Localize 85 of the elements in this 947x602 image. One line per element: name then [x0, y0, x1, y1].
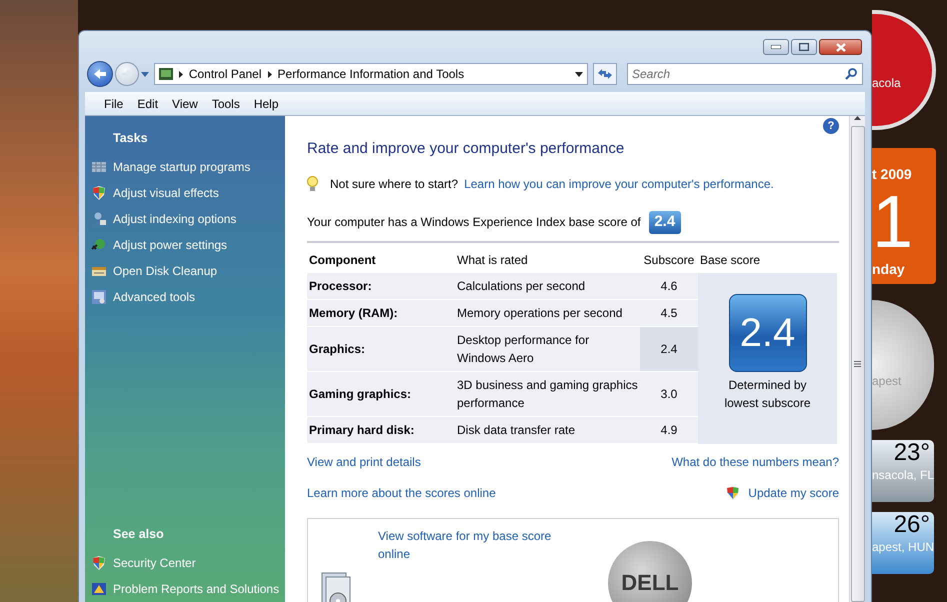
- page-title: Rate and improve your computer's performance: [307, 139, 626, 159]
- minimize-button[interactable]: [763, 39, 789, 55]
- weather-gadget[interactable]: 23° nsacola, FL: [872, 440, 934, 502]
- weather-gadget[interactable]: 26° apest, HUN: [872, 512, 934, 574]
- section-heading: See also: [113, 526, 165, 544]
- score-text: Your computer has a Windows Experience Index base score of: [307, 214, 641, 231]
- clock-city: acola: [872, 75, 901, 92]
- control-panel-icon: [158, 68, 173, 80]
- temperature: 23°: [894, 440, 930, 466]
- sidebar-link[interactable]: Adjust visual effects: [91, 180, 285, 206]
- column-header: Base score: [699, 252, 762, 268]
- menu-item[interactable]: Help: [246, 94, 286, 112]
- calendar-day: 1: [872, 185, 936, 259]
- breadcrumb-link[interactable]: Performance Information and Tools: [278, 65, 464, 83]
- grip-icon: [854, 361, 861, 367]
- search-icon: [845, 68, 857, 80]
- shield-icon: [91, 184, 107, 201]
- help-button[interactable]: ?: [823, 118, 839, 134]
- temperature: 26°: [894, 512, 930, 538]
- base-score-caption: Determined by lowest subscore: [723, 377, 812, 412]
- section-heading: Tasks: [113, 130, 149, 147]
- clock-city: apest: [872, 373, 902, 390]
- table-cell: 3.0: [640, 372, 698, 416]
- chevron-icon: [178, 70, 183, 78]
- tip-text: Not sure where to start?: [330, 176, 458, 192]
- left-arrow-icon: [92, 68, 107, 80]
- base-score-badge: 2.4: [728, 294, 806, 372]
- table-cell: 2.4: [640, 326, 698, 372]
- shield-icon: [91, 555, 107, 571]
- table-cell: 4.6: [640, 272, 698, 300]
- software-link[interactable]: View software for my base score online: [378, 526, 558, 562]
- search-field[interactable]: Search: [627, 63, 863, 85]
- scores-online-link[interactable]: Learn more about the scores online: [307, 484, 496, 502]
- table-cell: Graphics:: [307, 326, 455, 372]
- close-icon: [836, 42, 846, 52]
- dropdown-caret-icon[interactable]: [575, 72, 584, 76]
- details-link[interactable]: View and print details: [307, 452, 421, 470]
- table-cell: 3D business and gaming graphics performance: [455, 372, 640, 416]
- table-cell: Gaming graphics:: [307, 372, 455, 416]
- warning-window-icon: [91, 581, 107, 597]
- table-cell: Calculations per second: [455, 272, 640, 300]
- table-cell: Primary hard disk:: [307, 416, 455, 444]
- shield-icon: [725, 484, 742, 500]
- score-badge: 2.4: [648, 210, 681, 234]
- lightbulb-icon: [307, 176, 318, 192]
- menu-item[interactable]: View: [165, 94, 205, 112]
- weather-city: apest, HUN: [872, 539, 934, 556]
- table-cell: Processor:: [307, 272, 455, 300]
- refresh-arrows-icon: [597, 68, 614, 80]
- weather-city: nsacola, FL: [872, 467, 934, 484]
- table-cell: Desktop performance for Windows Aero: [455, 326, 640, 372]
- column-header: What is rated: [456, 252, 529, 268]
- address-bar[interactable]: Control Panel Performance Information and Tools: [154, 63, 588, 85]
- table-cell: Disk data transfer rate: [455, 416, 640, 444]
- sidebar-link[interactable]: Manage startup programs: [91, 154, 285, 180]
- clock-gadget[interactable]: acola: [872, 10, 936, 130]
- refresh-button[interactable]: [593, 63, 617, 85]
- back-button[interactable]: [87, 61, 113, 87]
- breadcrumb-link[interactable]: Control Panel: [188, 65, 262, 83]
- sidebar-link[interactable]: Advanced tools: [91, 284, 285, 310]
- menu-item[interactable]: Edit: [130, 94, 166, 112]
- minimize-icon: [771, 45, 781, 49]
- calendar-gadget[interactable]: t 2009 1 nday: [872, 148, 936, 284]
- table-cell: 4.5: [640, 300, 698, 326]
- help-link[interactable]: Learn how you can improve your computer's performance.: [464, 174, 774, 192]
- close-button[interactable]: [819, 39, 862, 55]
- dell-logo: DELL: [608, 540, 692, 602]
- calendar-weekday: nday: [872, 260, 906, 279]
- sidebar-link[interactable]: Open Disk Cleanup: [91, 258, 285, 284]
- help-link[interactable]: What do these numbers mean?: [672, 452, 839, 470]
- chevron-icon: [268, 70, 272, 78]
- sidebar-link[interactable]: Adjust power settings: [91, 232, 285, 258]
- maximize-button[interactable]: [791, 39, 817, 55]
- table-cell: Memory (RAM):: [307, 300, 455, 326]
- sidebar-link[interactable]: Adjust indexing options: [91, 206, 285, 232]
- column-header: Component: [308, 252, 377, 268]
- calendar-month: t 2009: [872, 165, 913, 184]
- menu-item[interactable]: File: [97, 94, 130, 112]
- user-icon: [91, 210, 107, 227]
- column-header: Subscore: [642, 252, 696, 268]
- menu-item[interactable]: Tools: [204, 94, 247, 112]
- maximize-icon: [799, 43, 809, 51]
- table-cell: Memory operations per second: [455, 300, 640, 326]
- table-cell: 4.9: [640, 416, 698, 444]
- update-score-link[interactable]: Update my score: [748, 484, 839, 502]
